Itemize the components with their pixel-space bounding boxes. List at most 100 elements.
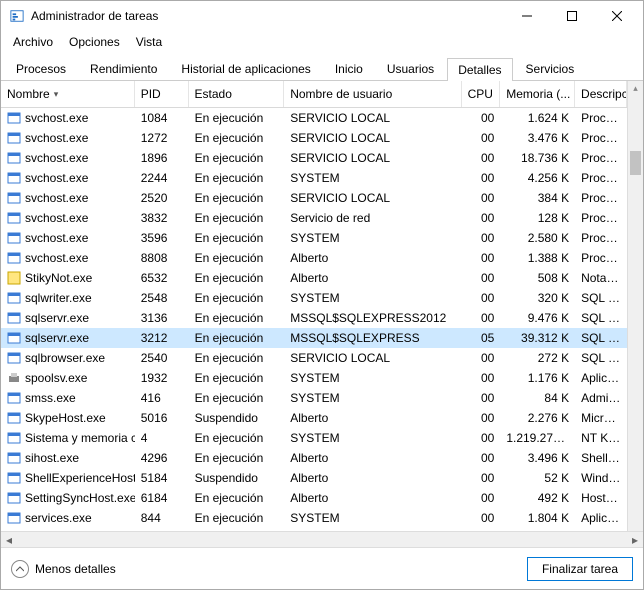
col-memory[interactable]: Memoria (... [500,81,575,107]
process-desc: SQL Serv [575,290,627,306]
titlebar[interactable]: Administrador de tareas [1,1,643,31]
table-row[interactable]: svchost.exe8808En ejecuciónAlberto001.38… [1,248,627,268]
process-pid: 3212 [135,330,189,346]
process-pid: 416 [135,390,189,406]
process-user: SYSTEM [284,170,461,186]
table-row[interactable]: sihost.exe4296En ejecuciónAlberto003.496… [1,448,627,468]
maximize-button[interactable] [549,2,594,30]
process-pid: 3596 [135,230,189,246]
table-row[interactable]: svchost.exe1272En ejecuciónSERVICIO LOCA… [1,128,627,148]
table-row[interactable]: sqlwriter.exe2548En ejecuciónSYSTEM00320… [1,288,627,308]
process-memory: 320 K [500,290,575,306]
table-row[interactable]: sqlbrowser.exe2540En ejecuciónSERVICIO L… [1,348,627,368]
process-name: svchost.exe [25,171,88,185]
process-state: En ejecución [189,290,285,306]
process-state: En ejecución [189,190,285,206]
minimize-button[interactable] [504,2,549,30]
process-user: Alberto [284,250,461,266]
process-cpu: 00 [462,350,501,366]
scroll-thumb[interactable] [630,151,641,175]
process-rows: svchost.exe1084En ejecuciónSERVICIO LOCA… [1,108,627,531]
process-name: svchost.exe [25,151,88,165]
fewer-details-button[interactable]: Menos detalles [11,560,116,578]
tab-strip: Procesos Rendimiento Historial de aplica… [1,53,643,81]
table-row[interactable]: SettingSyncHost.exe6184En ejecuciónAlber… [1,488,627,508]
process-user: SYSTEM [284,390,461,406]
process-user: SERVICIO LOCAL [284,110,461,126]
process-pid: 3136 [135,310,189,326]
task-manager-window: Administrador de tareas Archivo Opciones… [0,0,644,590]
app-icon [9,8,25,24]
menu-view[interactable]: Vista [128,33,170,51]
table-row[interactable]: spoolsv.exe1932En ejecuciónSYSTEM001.176… [1,368,627,388]
col-cpu[interactable]: CPU [462,81,501,107]
table-row[interactable]: svchost.exe3832En ejecuciónServicio de r… [1,208,627,228]
process-pid: 5184 [135,470,189,486]
process-cpu: 00 [462,190,501,206]
process-cpu: 00 [462,370,501,386]
process-user: SERVICIO LOCAL [284,190,461,206]
process-icon [7,291,21,305]
process-desc: Aplicacio [575,370,627,386]
process-cpu: 00 [462,390,501,406]
table-row[interactable]: services.exe844En ejecuciónSYSTEM001.804… [1,508,627,528]
table-row[interactable]: svchost.exe1084En ejecuciónSERVICIO LOCA… [1,108,627,128]
tab-startup[interactable]: Inicio [324,57,374,80]
table-row[interactable]: sqlservr.exe3212En ejecuciónMSSQL$SQLEXP… [1,328,627,348]
table-row[interactable]: ShellExperienceHost....5184SuspendidoAlb… [1,468,627,488]
col-description[interactable]: Descripc [575,81,627,107]
col-user[interactable]: Nombre de usuario [284,81,461,107]
process-desc: SQL Serv [575,310,627,326]
process-desc: Proceso [575,210,627,226]
process-pid: 1896 [135,150,189,166]
process-icon [7,471,21,485]
table-row[interactable]: smss.exe416En ejecuciónSYSTEM0084 KAdmin… [1,388,627,408]
table-row[interactable]: svchost.exe2520En ejecuciónSERVICIO LOCA… [1,188,627,208]
table-row[interactable]: StikyNot.exe6532En ejecuciónAlberto00508… [1,268,627,288]
col-state[interactable]: Estado [189,81,285,107]
process-cpu: 00 [462,290,501,306]
process-state: En ejecución [189,110,285,126]
tab-app-history[interactable]: Historial de aplicaciones [170,57,321,80]
process-name: Sistema y memoria c... [25,431,135,445]
process-cpu: 00 [462,230,501,246]
tab-processes[interactable]: Procesos [5,57,77,80]
table-row[interactable]: svchost.exe1896En ejecuciónSERVICIO LOCA… [1,148,627,168]
tab-performance[interactable]: Rendimiento [79,57,168,80]
process-state: En ejecución [189,270,285,286]
table-row[interactable]: SkypeHost.exe5016SuspendidoAlberto002.27… [1,408,627,428]
process-cpu: 00 [462,110,501,126]
close-button[interactable] [594,2,639,30]
process-state: En ejecución [189,350,285,366]
end-task-button[interactable]: Finalizar tarea [527,557,633,581]
process-pid: 6184 [135,490,189,506]
tab-details[interactable]: Detalles [447,58,512,81]
vertical-scrollbar[interactable]: ▴ [627,81,643,531]
process-cpu: 00 [462,270,501,286]
process-name: svchost.exe [25,131,88,145]
process-user: SYSTEM [284,510,461,526]
col-name[interactable]: Nombre▾ [1,81,135,107]
process-name: smss.exe [25,391,76,405]
process-pid: 2244 [135,170,189,186]
menu-options[interactable]: Opciones [61,33,128,51]
table-row[interactable]: Sistema y memoria c...4En ejecuciónSYSTE… [1,428,627,448]
table-row[interactable]: svchost.exe2244En ejecuciónSYSTEM004.256… [1,168,627,188]
process-name: spoolsv.exe [25,371,87,385]
menu-file[interactable]: Archivo [5,33,61,51]
process-desc: Proceso [575,110,627,126]
process-cpu: 05 [462,330,501,346]
table-row[interactable]: svchost.exe3596En ejecuciónSYSTEM002.580… [1,228,627,248]
table-row[interactable]: sqlservr.exe3136En ejecuciónMSSQL$SQLEXP… [1,308,627,328]
process-state: En ejecución [189,150,285,166]
sort-desc-icon: ▾ [54,89,59,100]
col-pid[interactable]: PID [135,81,189,107]
process-pid: 2520 [135,190,189,206]
tab-services[interactable]: Servicios [515,57,586,80]
tab-users[interactable]: Usuarios [376,57,445,80]
process-cpu: 00 [462,410,501,426]
horizontal-scrollbar[interactable]: ◂ ▸ [1,531,643,547]
process-icon [7,411,21,425]
process-state: En ejecución [189,490,285,506]
process-pid: 2548 [135,290,189,306]
